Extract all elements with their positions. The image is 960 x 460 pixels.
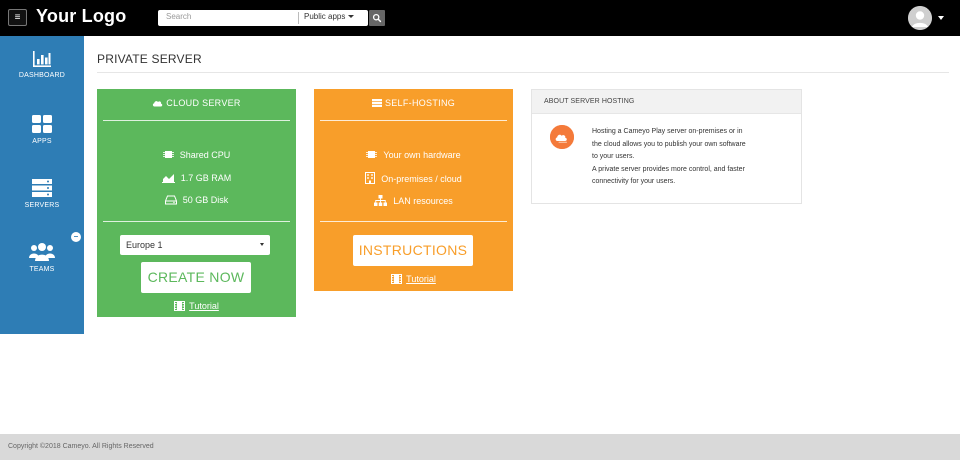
feature-disk: 50 GB Disk [97,195,296,205]
about-text-line: Hosting a Cameyo Play server on-premises… [592,126,792,139]
about-panel-body: Hosting a Cameyo Play server on-premises… [592,126,792,189]
title-divider [97,72,949,73]
sidebar-item-servers[interactable]: SERVERS [0,178,84,234]
cpu-icon [366,149,377,160]
card-divider [103,221,290,222]
tutorial-label: Tutorial [406,274,436,284]
hard-drive-icon [165,195,177,205]
server-icon [31,178,53,198]
hamburger-icon: ≡ [15,12,21,23]
feature-label: LAN resources [393,196,453,206]
caret-down-icon [260,243,264,246]
about-text-line: to your users. [592,151,792,164]
feature-label: 1.7 GB RAM [181,173,232,183]
film-icon [391,274,402,284]
footer: Copyright ©2018 Cameyo. All Rights Reser… [0,434,960,460]
sidebar-item-label: APPS [0,138,84,145]
cloud-icon [550,125,574,149]
bar-chart-icon [32,50,52,68]
feature-lan-resources: LAN resources [314,195,513,206]
feature-label: On-premises / cloud [381,174,462,184]
building-icon [365,172,375,184]
about-panel-title: ABOUT SERVER HOSTING [532,90,801,114]
cloud-server-heading: CLOUD SERVER [97,98,296,108]
sidebar: DASHBOARD APPS SERVERS TEAMS [0,36,84,334]
search-icon [369,10,385,26]
search-divider [298,12,299,24]
sitemap-icon [374,195,387,206]
tutorial-label: Tutorial [189,301,219,311]
users-icon [29,242,55,262]
server-icon [372,99,382,107]
sidebar-item-dashboard[interactable]: DASHBOARD [0,50,84,106]
feature-label: 50 GB Disk [183,195,229,205]
about-text-line: the cloud allows you to publish your own… [592,139,792,152]
self-hosting-title: SELF-HOSTING [385,98,455,108]
collapse-sidebar-button[interactable]: – [71,232,81,242]
card-divider [320,221,507,222]
self-hosting-heading: SELF-HOSTING [314,98,513,108]
cloud-icon [152,99,163,107]
area-chart-icon [162,173,175,183]
about-text-line: A private server provides more control, … [592,164,792,177]
search-filter-label: Public apps [304,12,345,21]
user-avatar[interactable] [908,6,932,30]
page-title: PRIVATE SERVER [97,52,202,66]
cpu-icon [163,149,174,160]
search-box[interactable]: Search Public apps [158,10,368,26]
about-server-hosting-panel: ABOUT SERVER HOSTING Hosting a Cameyo Pl… [531,89,802,204]
logo[interactable]: Your Logo [36,6,126,27]
feature-label: Your own hardware [383,150,460,160]
user-silhouette-icon [908,6,932,30]
search-filter-dropdown[interactable]: Public apps [304,12,354,21]
sidebar-item-label: TEAMS [0,266,84,273]
menu-toggle-button[interactable]: ≡ [8,9,27,26]
self-hosting-card: SELF-HOSTING Your own hardware On-premis… [314,89,513,291]
cloud-server-card: CLOUD SERVER Shared CPU 1.7 GB RAM 50 GB… [97,89,296,317]
caret-down-icon [348,15,354,18]
grid-icon [31,114,53,134]
region-select[interactable]: Europe 1 [120,235,270,255]
cloud-hosting-icon [550,125,574,149]
sidebar-item-label: DASHBOARD [0,72,84,79]
caret-down-icon[interactable] [938,16,944,20]
create-now-button[interactable]: CREATE NOW [141,262,251,293]
cloud-tutorial-link[interactable]: Tutorial [97,301,296,311]
instructions-button[interactable]: INSTRUCTIONS [353,235,473,266]
card-divider [320,120,507,121]
feature-ram: 1.7 GB RAM [97,173,296,183]
sidebar-item-apps[interactable]: APPS [0,114,84,170]
sidebar-item-label: SERVERS [0,202,84,209]
search-input[interactable]: Search [166,12,191,21]
copyright-text: Copyright ©2018 Cameyo. All Rights Reser… [8,443,154,450]
feature-on-premises: On-premises / cloud [314,172,513,184]
feature-label: Shared CPU [180,150,231,160]
self-hosting-tutorial-link[interactable]: Tutorial [314,274,513,284]
film-icon [174,301,185,311]
top-bar: ≡ Your Logo Search Public apps [0,0,960,36]
feature-shared-cpu: Shared CPU [97,149,296,160]
region-select-value: Europe 1 [126,240,163,250]
card-divider [103,120,290,121]
about-text-line: connectivity for your users. [592,176,792,189]
cloud-server-title: CLOUD SERVER [166,98,240,108]
search-button[interactable] [369,10,385,26]
sidebar-item-teams[interactable]: TEAMS [0,242,84,298]
feature-own-hardware: Your own hardware [314,149,513,160]
